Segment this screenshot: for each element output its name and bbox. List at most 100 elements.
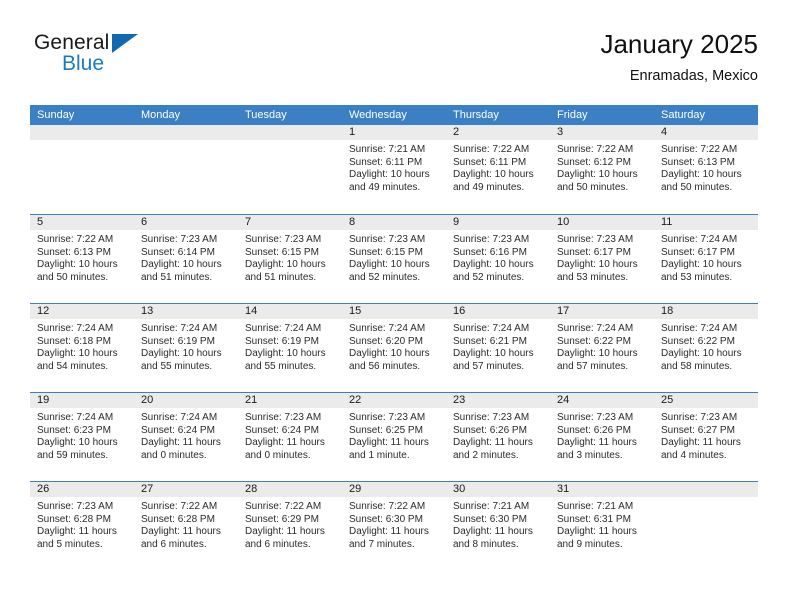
daylight-text-line1: Daylight: 11 hours: [557, 526, 637, 538]
calendar-day-cell[interactable]: 10 Sunrise: 7:23 AM Sunset: 6:17 PM Dayligh…: [550, 215, 654, 303]
calendar-day-cell[interactable]: 27 Sunrise: 7:22 AM Sunset: 6:28 PM Dayligh…: [134, 482, 238, 570]
weekday-header-monday: Monday: [141, 109, 181, 121]
sunset-text: Sunset: 6:18 PM: [37, 335, 111, 347]
sunrise-text: Sunrise: 7:21 AM: [349, 144, 426, 155]
daylight-text-line1: Daylight: 10 hours: [453, 169, 534, 181]
calendar-day-cell[interactable]: 18 Sunrise: 7:24 AM Sunset: 6:22 PM Dayligh…: [654, 304, 758, 392]
calendar-day-cell[interactable]: 11 Sunrise: 7:24 AM Sunset: 6:17 PM Dayligh…: [654, 215, 758, 303]
sunrise-text: Sunrise: 7:23 AM: [453, 412, 530, 423]
calendar-day-cell[interactable]: 22 Sunrise: 7:23 AM Sunset: 6:25 PM Dayligh…: [342, 393, 446, 481]
sunset-text: Sunset: 6:23 PM: [37, 424, 111, 436]
calendar-day-cell[interactable]: 17 Sunrise: 7:24 AM Sunset: 6:22 PM Dayligh…: [550, 304, 654, 392]
daylight-text-line1: Daylight: 10 hours: [453, 348, 534, 360]
daylight-text-line1: Daylight: 10 hours: [37, 348, 118, 360]
sunset-text: Sunset: 6:24 PM: [141, 424, 215, 436]
logo-triangle-icon: [112, 34, 138, 53]
day-sun-info: Sunrise: 7:23 AM Sunset: 6:26 PM Daylight:…: [446, 408, 550, 462]
generalblue-logo[interactable]: General Blue: [34, 32, 234, 88]
day-sun-info: Sunrise: 7:23 AM Sunset: 6:24 PM Daylight:…: [238, 408, 342, 462]
daylight-text-line2: and 54 minutes.: [37, 360, 109, 372]
day-sun-info: Sunrise: 7:23 AM Sunset: 6:25 PM Daylight:…: [342, 408, 446, 462]
day-number: 24: [550, 393, 654, 408]
daylight-text-line2: and 49 minutes.: [453, 181, 525, 193]
daylight-text-line1: Daylight: 11 hours: [141, 437, 221, 449]
daylight-text-line1: Daylight: 10 hours: [453, 259, 534, 271]
calendar-day-cell[interactable]: 29 Sunrise: 7:22 AM Sunset: 6:30 PM Dayligh…: [342, 482, 446, 570]
calendar-day-cell[interactable]: 13 Sunrise: 7:24 AM Sunset: 6:19 PM Dayligh…: [134, 304, 238, 392]
calendar-day-cell[interactable]: 7 Sunrise: 7:23 AM Sunset: 6:15 PM Daylight…: [238, 215, 342, 303]
daylight-text-line1: Daylight: 11 hours: [349, 437, 429, 449]
weekday-header-row: Sunday Monday Tuesday Wednesday Thursday…: [30, 105, 758, 125]
daylight-text-line1: Daylight: 11 hours: [37, 526, 117, 538]
calendar-day-cell[interactable]: 20 Sunrise: 7:24 AM Sunset: 6:24 PM Dayligh…: [134, 393, 238, 481]
calendar-day-cell[interactable]: 24 Sunrise: 7:23 AM Sunset: 6:26 PM Dayligh…: [550, 393, 654, 481]
calendar-day-cell[interactable]: 23 Sunrise: 7:23 AM Sunset: 6:26 PM Dayligh…: [446, 393, 550, 481]
day-number: [30, 125, 134, 140]
day-number: [654, 482, 758, 497]
sunrise-text: Sunrise: 7:22 AM: [349, 501, 426, 512]
calendar-day-cell[interactable]: 2 Sunrise: 7:22 AM Sunset: 6:11 PM Daylight…: [446, 125, 550, 214]
daylight-text-line1: Daylight: 10 hours: [661, 169, 742, 181]
calendar-day-cell[interactable]: 5 Sunrise: 7:22 AM Sunset: 6:13 PM Daylight…: [30, 215, 134, 303]
calendar-day-cell[interactable]: 12 Sunrise: 7:24 AM Sunset: 6:18 PM Dayligh…: [30, 304, 134, 392]
calendar-day-cell[interactable]: 8 Sunrise: 7:23 AM Sunset: 6:15 PM Daylight…: [342, 215, 446, 303]
day-number: 3: [550, 125, 654, 140]
calendar-day-cell-empty: [134, 125, 238, 214]
daylight-text-line2: and 7 minutes.: [349, 538, 415, 550]
daylight-text-line2: and 5 minutes.: [37, 538, 103, 550]
day-sun-info: Sunrise: 7:24 AM Sunset: 6:19 PM Daylight:…: [134, 319, 238, 373]
daylight-text-line1: Daylight: 11 hours: [141, 526, 221, 538]
day-number: 13: [134, 304, 238, 319]
calendar-day-cell[interactable]: 30 Sunrise: 7:21 AM Sunset: 6:30 PM Dayligh…: [446, 482, 550, 570]
calendar-day-cell[interactable]: 19 Sunrise: 7:24 AM Sunset: 6:23 PM Dayligh…: [30, 393, 134, 481]
calendar-day-cell[interactable]: 4 Sunrise: 7:22 AM Sunset: 6:13 PM Daylight…: [654, 125, 758, 214]
day-number: 10: [550, 215, 654, 230]
weekday-header-wednesday: Wednesday: [349, 109, 407, 121]
calendar-day-cell[interactable]: 21 Sunrise: 7:23 AM Sunset: 6:24 PM Dayligh…: [238, 393, 342, 481]
daylight-text-line2: and 3 minutes.: [557, 449, 623, 461]
day-number: 16: [446, 304, 550, 319]
daylight-text-line1: Daylight: 10 hours: [37, 259, 118, 271]
day-sun-info: Sunrise: 7:22 AM Sunset: 6:28 PM Daylight:…: [134, 497, 238, 551]
daylight-text-line2: and 50 minutes.: [37, 271, 109, 283]
calendar-day-cell[interactable]: 28 Sunrise: 7:22 AM Sunset: 6:29 PM Dayligh…: [238, 482, 342, 570]
daylight-text-line2: and 0 minutes.: [245, 449, 311, 461]
calendar-day-cell[interactable]: 15 Sunrise: 7:24 AM Sunset: 6:20 PM Dayligh…: [342, 304, 446, 392]
calendar-day-cell[interactable]: 14 Sunrise: 7:24 AM Sunset: 6:19 PM Dayligh…: [238, 304, 342, 392]
calendar-day-cell[interactable]: 3 Sunrise: 7:22 AM Sunset: 6:12 PM Daylight…: [550, 125, 654, 214]
day-number: 4: [654, 125, 758, 140]
day-number: 5: [30, 215, 134, 230]
daylight-text-line2: and 9 minutes.: [557, 538, 623, 550]
calendar-day-cell[interactable]: 16 Sunrise: 7:24 AM Sunset: 6:21 PM Dayligh…: [446, 304, 550, 392]
weekday-header-thursday: Thursday: [453, 109, 499, 121]
sunrise-text: Sunrise: 7:22 AM: [557, 144, 634, 155]
calendar-day-cell[interactable]: 25 Sunrise: 7:23 AM Sunset: 6:27 PM Dayligh…: [654, 393, 758, 481]
day-sun-info: Sunrise: 7:24 AM Sunset: 6:24 PM Daylight:…: [134, 408, 238, 462]
day-number: 11: [654, 215, 758, 230]
calendar-page: General Blue January 2025 Enramadas, Mex…: [0, 0, 792, 612]
sunset-text: Sunset: 6:20 PM: [349, 335, 423, 347]
day-sun-info: Sunrise: 7:23 AM Sunset: 6:26 PM Daylight:…: [550, 408, 654, 462]
daylight-text-line2: and 8 minutes.: [453, 538, 519, 550]
daylight-text-line2: and 52 minutes.: [453, 271, 525, 283]
day-number: 28: [238, 482, 342, 497]
sunrise-text: Sunrise: 7:24 AM: [37, 323, 114, 334]
calendar-day-cell[interactable]: 6 Sunrise: 7:23 AM Sunset: 6:14 PM Daylight…: [134, 215, 238, 303]
daylight-text-line1: Daylight: 10 hours: [37, 437, 118, 449]
calendar-day-cell-empty: [654, 482, 758, 570]
day-sun-info: Sunrise: 7:24 AM Sunset: 6:22 PM Daylight:…: [654, 319, 758, 373]
day-sun-info: Sunrise: 7:24 AM Sunset: 6:17 PM Daylight:…: [654, 230, 758, 284]
day-sun-info: Sunrise: 7:23 AM Sunset: 6:15 PM Daylight:…: [238, 230, 342, 284]
daylight-text-line1: Daylight: 11 hours: [453, 526, 533, 538]
sunset-text: Sunset: 6:17 PM: [661, 246, 735, 258]
calendar-day-cell[interactable]: 9 Sunrise: 7:23 AM Sunset: 6:16 PM Daylight…: [446, 215, 550, 303]
sunset-text: Sunset: 6:30 PM: [349, 513, 423, 525]
calendar-day-cell[interactable]: 26 Sunrise: 7:23 AM Sunset: 6:28 PM Dayligh…: [30, 482, 134, 570]
day-sun-info: Sunrise: 7:24 AM Sunset: 6:18 PM Daylight:…: [30, 319, 134, 373]
daylight-text-line1: Daylight: 11 hours: [245, 437, 325, 449]
day-number: 22: [342, 393, 446, 408]
daylight-text-line2: and 1 minute.: [349, 449, 410, 461]
sunrise-text: Sunrise: 7:22 AM: [37, 234, 114, 245]
calendar-day-cell[interactable]: 31 Sunrise: 7:21 AM Sunset: 6:31 PM Dayligh…: [550, 482, 654, 570]
calendar-day-cell[interactable]: 1 Sunrise: 7:21 AM Sunset: 6:11 PM Daylight…: [342, 125, 446, 214]
